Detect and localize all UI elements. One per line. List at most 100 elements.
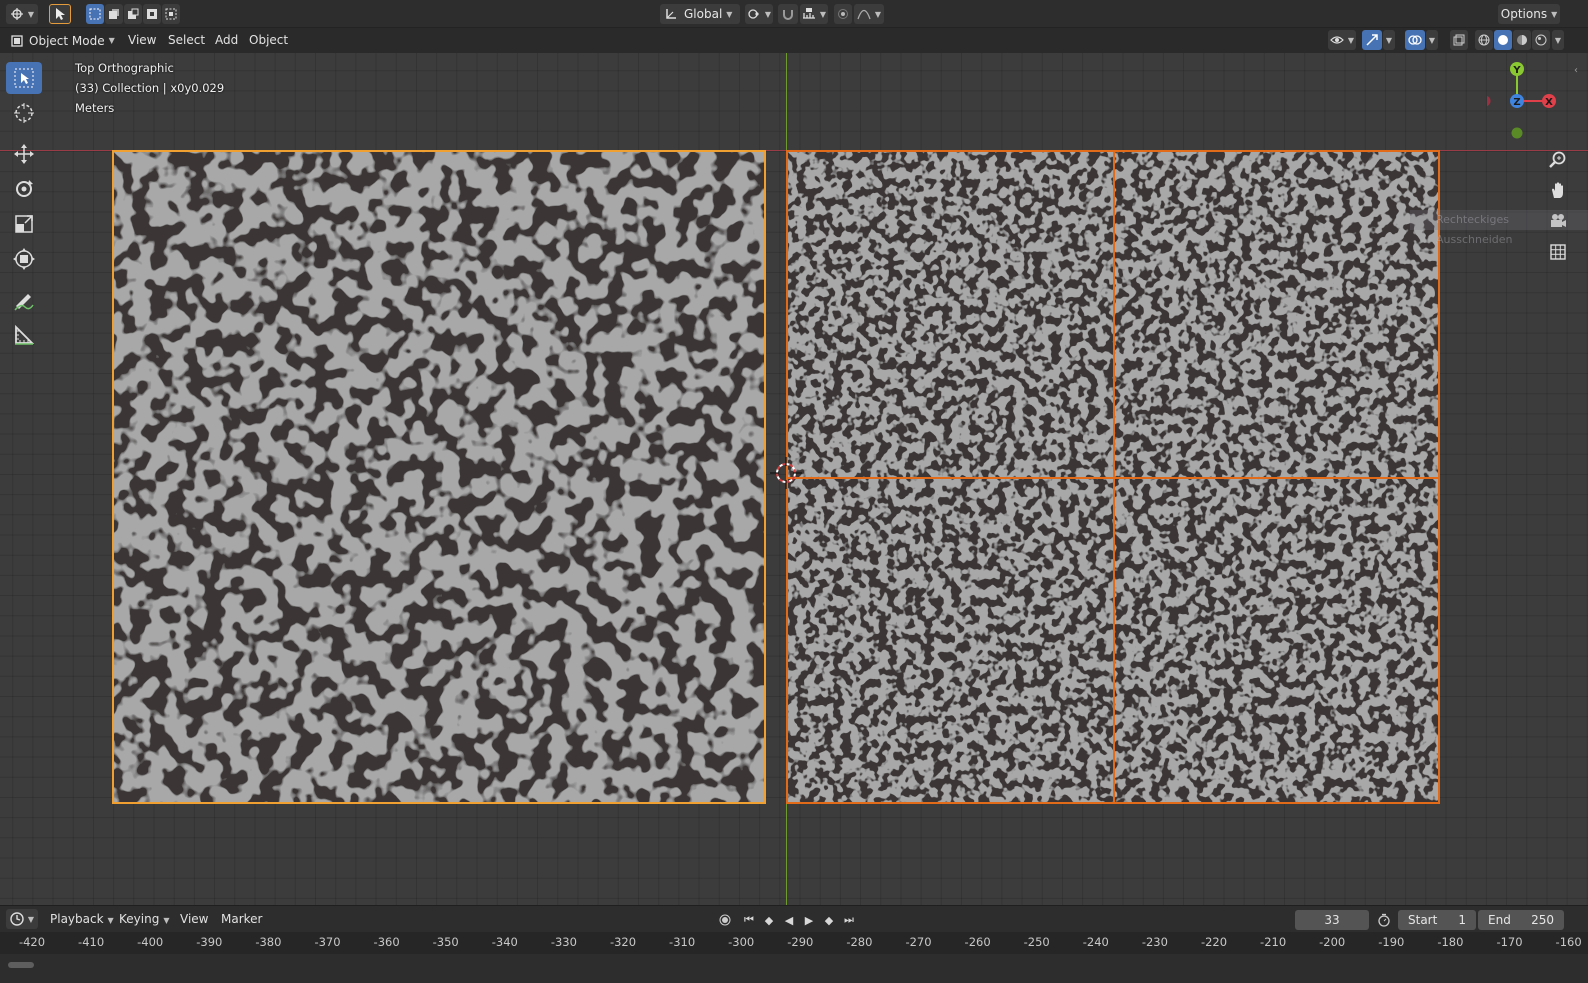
proportional-falloff-dropdown[interactable]: ▼: [854, 4, 884, 24]
shading-rendered-button[interactable]: [1532, 30, 1550, 50]
mode-label: Object Mode: [29, 33, 105, 48]
ruler-tick-label: -380: [255, 935, 282, 949]
ruler-tick-label: -270: [905, 935, 932, 949]
tool-scale[interactable]: [6, 208, 42, 240]
select-mode-invert-button[interactable]: [143, 4, 161, 24]
proportional-edit-toggle[interactable]: [834, 4, 852, 24]
menu-playback[interactable]: Playback ▼: [46, 910, 118, 929]
timeline-ruler[interactable]: -420 -410 -400 -390 -380 -370 -360 -350 -340 -330…: [0, 932, 1588, 954]
gizmo-y-label: Y: [1512, 65, 1521, 76]
auto-keying-button[interactable]: [716, 910, 734, 930]
gizmo-x-label: X: [1545, 97, 1553, 108]
play-reverse-icon: ◀: [784, 913, 794, 927]
start-frame-field[interactable]: Start 1: [1398, 910, 1476, 930]
menu-timeline-view[interactable]: View: [176, 910, 212, 929]
select-mode-intersect-button[interactable]: [162, 4, 180, 24]
select-mode-new-button[interactable]: [86, 4, 104, 24]
shading-wireframe-button[interactable]: [1475, 30, 1493, 50]
sidebar-toggle-chevron-icon[interactable]: ‹: [1574, 65, 1578, 76]
tool-transform[interactable]: [6, 243, 42, 275]
3d-cursor-icon[interactable]: [770, 457, 802, 489]
shading-solid-button[interactable]: [1494, 30, 1512, 50]
select-invert-icon: [147, 9, 157, 19]
tool-select-box[interactable]: [6, 62, 42, 94]
object-visibility-dropdown[interactable]: ▼: [1328, 30, 1356, 50]
menu-add[interactable]: Add: [211, 31, 242, 50]
tool-rotate[interactable]: [6, 173, 42, 205]
transform-orientation-dropdown[interactable]: Global ▼: [660, 4, 740, 24]
tile-divider-horizontal: [788, 477, 1438, 479]
start-frame-value: 1: [1458, 913, 1466, 927]
shading-material-button[interactable]: [1513, 30, 1531, 50]
gizmo-neg-x-axis[interactable]: [1487, 95, 1491, 107]
collection-info-label: (33) Collection | x0y0.029: [75, 81, 225, 95]
next-keyframe-icon: ◆: [824, 913, 834, 927]
ruler-tick-label: -360: [373, 935, 400, 949]
tool-cursor[interactable]: [6, 97, 42, 129]
plane-object-tiled[interactable]: [786, 150, 1440, 804]
plane-object-active[interactable]: [112, 150, 766, 804]
navigation-gizmo[interactable]: Y X Z: [1487, 59, 1571, 143]
end-frame-field[interactable]: End 250: [1478, 910, 1564, 930]
viewport-header: Object Mode ▼ View Select Add Object ▼ ▼ …: [0, 28, 1588, 53]
overlays-dropdown[interactable]: ▼: [1426, 30, 1438, 50]
mode-dropdown[interactable]: Object Mode ▼: [6, 31, 116, 50]
select-mode-extend-button[interactable]: [105, 4, 123, 24]
show-overlays-toggle[interactable]: [1405, 30, 1425, 50]
ortho-toggle-button[interactable]: [1544, 238, 1572, 266]
shading-dropdown[interactable]: ▼: [1552, 30, 1564, 50]
editor-type-button[interactable]: ▼: [6, 4, 38, 24]
ruler-tick-label: -210: [1260, 935, 1287, 949]
menu-select[interactable]: Select: [164, 31, 209, 50]
tool-move[interactable]: [6, 138, 42, 170]
preview-range-toggle[interactable]: [1375, 910, 1393, 930]
navigation-buttons: [1544, 145, 1576, 269]
snap-target-dropdown[interactable]: ▼: [800, 4, 828, 24]
ruler-tick-label: -400: [137, 935, 164, 949]
menu-view[interactable]: View: [124, 31, 160, 50]
timeline-scrollbar[interactable]: [8, 962, 34, 968]
gizmo-dropdown[interactable]: ▼: [1383, 30, 1395, 50]
ruler-tick-label: -420: [18, 935, 46, 949]
ruler-tick-label: -410: [78, 935, 105, 949]
snap-toggle[interactable]: [778, 4, 798, 24]
play-button[interactable]: ▶: [800, 910, 818, 930]
scale-icon: [15, 215, 33, 233]
select-tool-button[interactable]: [49, 4, 71, 24]
menu-object[interactable]: Object: [245, 31, 292, 50]
ruler-tick-label: -250: [1023, 935, 1050, 949]
show-gizmo-toggle[interactable]: [1362, 30, 1382, 50]
jump-end-icon: ⏭: [844, 913, 854, 926]
tool-annotate[interactable]: [6, 284, 42, 316]
select-mode-subtract-button[interactable]: [124, 4, 142, 24]
tool-measure[interactable]: [6, 319, 42, 351]
ruler-tick-label: -290: [787, 935, 814, 949]
gizmo-neg-y-axis[interactable]: [1511, 127, 1523, 139]
tool-settings-header: ▼ Global ▼ ▼ ▼ ▼ Options ▼: [0, 0, 1588, 28]
ruler-tick-label: -310: [669, 935, 696, 949]
timeline-editor-type-button[interactable]: ▼: [6, 909, 38, 929]
pivot-point-dropdown[interactable]: ▼: [745, 4, 773, 24]
jump-end-button[interactable]: ⏭: [840, 910, 858, 930]
jump-start-button[interactable]: ⏮: [740, 910, 758, 930]
menu-keying[interactable]: Keying ▼: [115, 910, 173, 929]
ruler-tick-label: -370: [314, 935, 341, 949]
stopwatch-icon: [1378, 913, 1390, 927]
options-dropdown[interactable]: Options ▼: [1498, 4, 1560, 24]
menu-marker[interactable]: Marker: [217, 910, 266, 929]
prev-keyframe-button[interactable]: ◆: [760, 910, 778, 930]
select-intersect-icon: [165, 8, 177, 20]
ruler-tick-label: -300: [728, 935, 755, 949]
next-keyframe-button[interactable]: ◆: [820, 910, 838, 930]
timeline-body[interactable]: [0, 954, 1588, 983]
zoom-button[interactable]: [1544, 145, 1572, 173]
play-reverse-button[interactable]: ◀: [780, 910, 798, 930]
menu-keying-label: Keying: [119, 912, 160, 926]
end-frame-label: End: [1488, 913, 1511, 927]
pan-button[interactable]: [1544, 176, 1572, 204]
xray-icon: [1453, 34, 1465, 46]
xray-toggle[interactable]: [1450, 30, 1468, 50]
3d-viewport[interactable]: Top Orthographic (33) Collection | x0y0.…: [0, 53, 1588, 905]
select-box-icon: [14, 68, 34, 88]
current-frame-field[interactable]: 33: [1295, 910, 1369, 930]
